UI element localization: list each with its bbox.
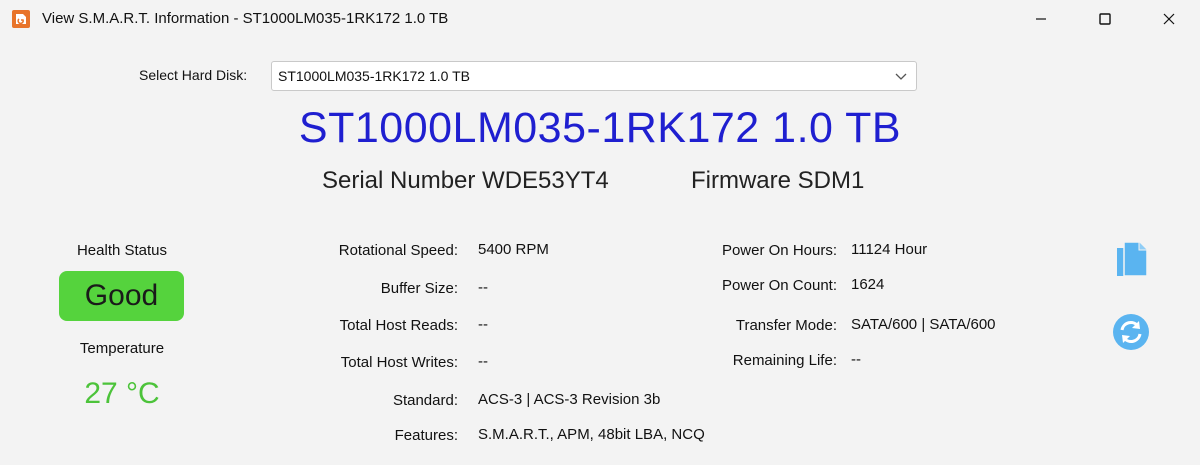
copy-icon: [1117, 242, 1148, 277]
health-status-label: Health Status: [76, 242, 168, 259]
standard-value: ACS-3 | ACS-3 Revision 3b: [478, 391, 661, 408]
select-disk-label: Select Hard Disk:: [139, 67, 248, 83]
features-value: S.M.A.R.T., APM, 48bit LBA, NCQ: [478, 426, 705, 443]
power-on-hours-label: Power On Hours:: [721, 242, 837, 259]
window-title: View S.M.A.R.T. Information - ST1000LM03…: [42, 10, 449, 27]
transfer-mode-label: Transfer Mode:: [735, 317, 837, 334]
features-label: Features:: [394, 427, 458, 444]
refresh-button[interactable]: [1111, 312, 1151, 352]
rotational-speed-label: Rotational Speed:: [338, 242, 458, 259]
health-status-badge: Good: [59, 271, 184, 321]
refresh-icon: [1113, 314, 1149, 350]
standard-label: Standard:: [392, 392, 458, 409]
minimize-icon: [1036, 18, 1046, 20]
total-host-writes-value: --: [478, 353, 488, 370]
close-icon: [1163, 13, 1175, 25]
remaining-life-label: Remaining Life:: [732, 352, 837, 369]
firmware-version: Firmware SDM1: [691, 167, 865, 194]
chevron-down-icon: [895, 73, 907, 80]
temperature-value: 27 °C: [84, 377, 160, 410]
total-host-reads-value: --: [478, 316, 488, 333]
total-host-reads-label: Total Host Reads:: [339, 317, 458, 334]
power-on-count-value: 1624: [851, 276, 885, 293]
minimize-button[interactable]: [1012, 0, 1070, 38]
buffer-size-value: --: [478, 279, 488, 296]
maximize-icon: [1099, 13, 1111, 25]
disk-select-value: ST1000LM035-1RK172 1.0 TB: [278, 68, 470, 84]
disk-select-dropdown[interactable]: ST1000LM035-1RK172 1.0 TB: [271, 61, 917, 91]
power-on-count-label: Power On Count:: [721, 277, 837, 294]
title-bar: View S.M.A.R.T. Information - ST1000LM03…: [0, 0, 1200, 38]
transfer-mode-value: SATA/600 | SATA/600: [851, 316, 996, 333]
app-logo-icon: [12, 10, 30, 28]
remaining-life-value: --: [851, 351, 861, 368]
power-on-hours-value: 11124 Hour: [851, 241, 928, 258]
smart-info-window: View S.M.A.R.T. Information - ST1000LM03…: [0, 0, 1200, 465]
maximize-button[interactable]: [1076, 0, 1134, 38]
disk-model-title: ST1000LM035-1RK172 1.0 TB: [298, 104, 902, 152]
total-host-writes-label: Total Host Writes:: [340, 354, 458, 371]
copy-button[interactable]: [1111, 242, 1151, 282]
serial-number: Serial Number WDE53YT4: [322, 167, 609, 194]
rotational-speed-value: 5400 RPM: [478, 241, 549, 258]
close-button[interactable]: [1140, 0, 1198, 38]
buffer-size-label: Buffer Size:: [380, 280, 458, 297]
temperature-label: Temperature: [79, 340, 165, 357]
